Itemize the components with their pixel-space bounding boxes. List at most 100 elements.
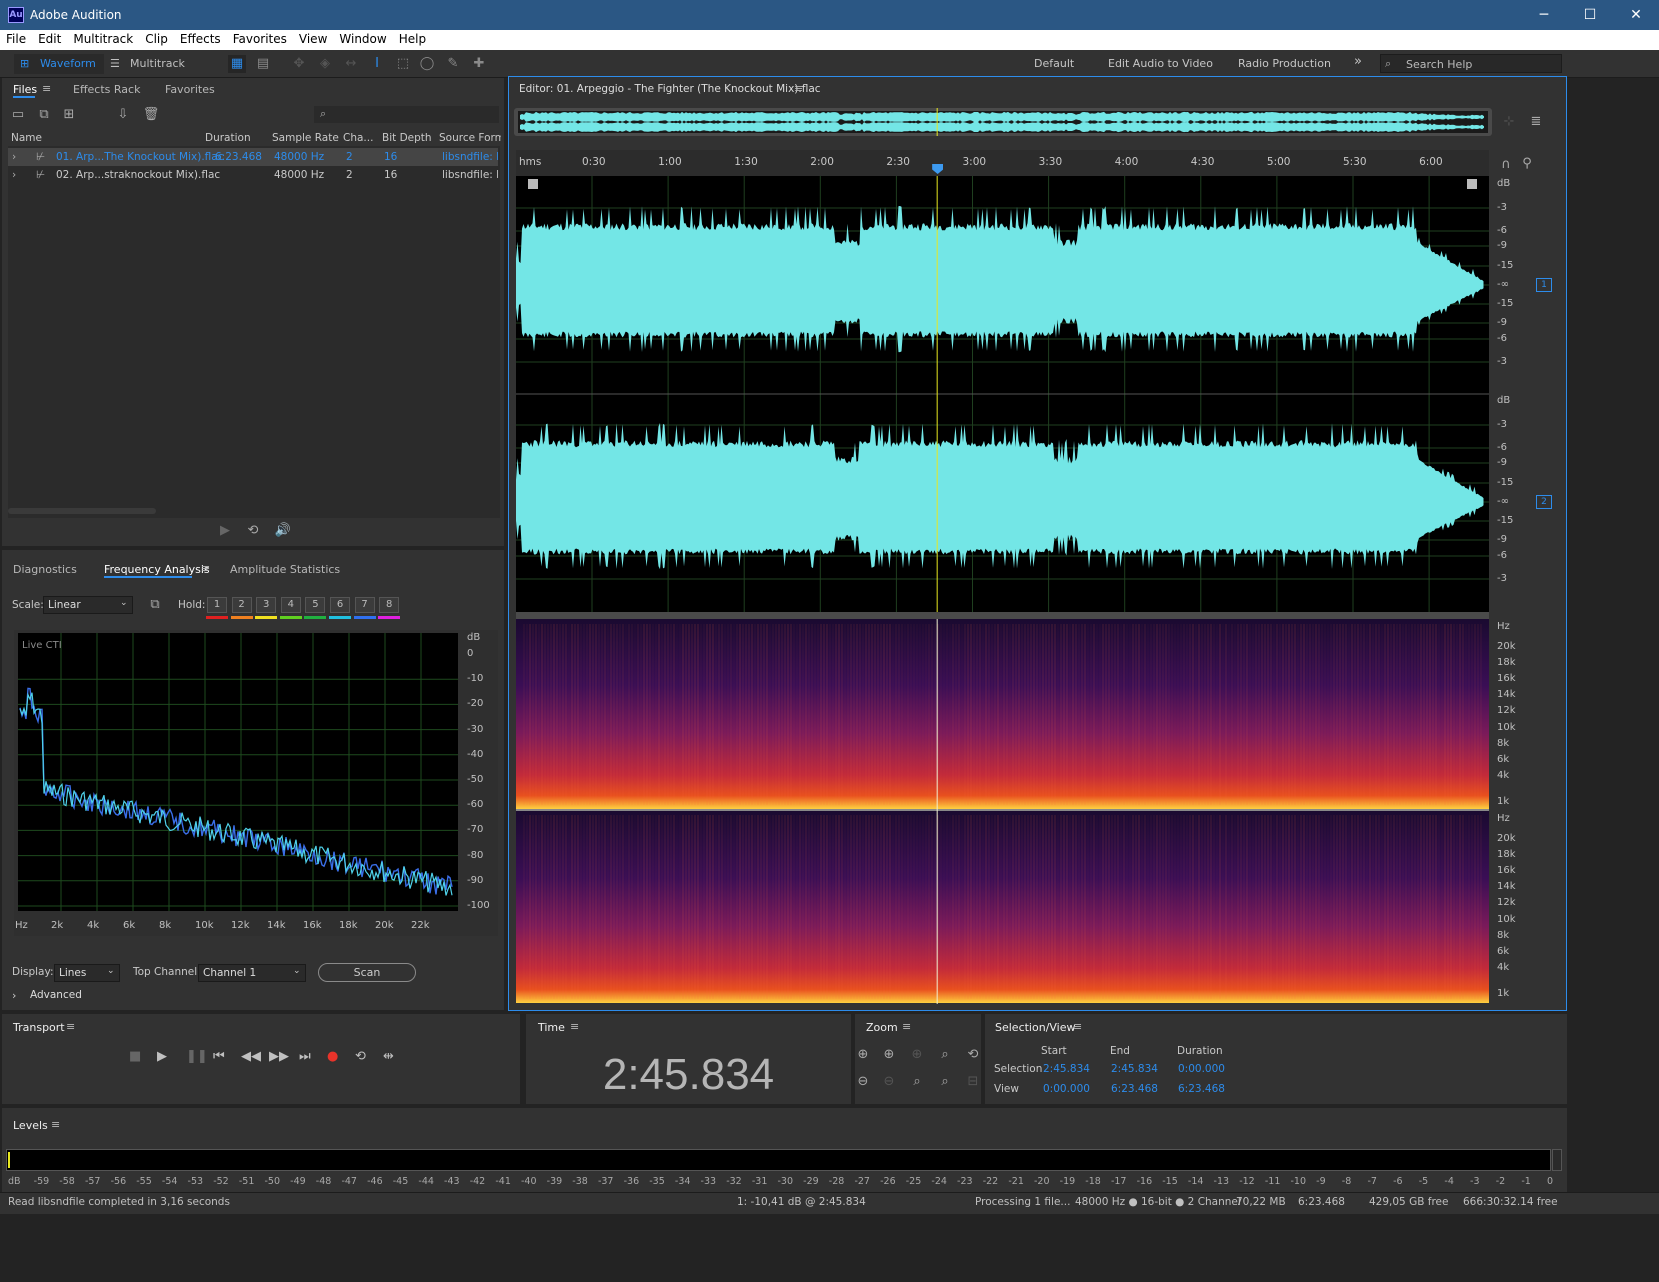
zoom-in-time-icon[interactable]: ⊕ [880,1046,898,1064]
expand-chevron-icon[interactable]: › [12,169,16,181]
new-file-icon[interactable]: ⊞ [60,106,78,124]
channel-1-toggle[interactable]: 1 [1536,278,1552,292]
move-tool-icon[interactable]: ✥ [290,55,308,73]
record-icon[interactable]: ● [327,1049,338,1064]
panel-menu-icon[interactable]: ≡ [1073,1020,1082,1033]
hold-button-7[interactable]: 7 [354,597,375,613]
waveform-view-icon[interactable]: ▦ [228,55,246,73]
go-to-end-icon[interactable]: ⏭ [299,1049,311,1064]
panel-menu-icon[interactable]: ≡ [66,1020,75,1033]
column-channels[interactable]: Cha... [343,132,373,144]
tab-amplitude-statistics[interactable]: Amplitude Statistics [230,563,340,576]
delete-icon[interactable]: 🗑 [142,106,160,124]
scale-select[interactable]: Linear ⌄ [43,596,133,614]
panel-menu-icon[interactable]: ≡ [42,82,51,95]
menu-clip[interactable]: Clip [139,30,174,46]
brush-tool-icon[interactable]: ✎ [444,55,462,73]
files-scrollbar[interactable] [8,508,156,514]
close-button[interactable]: ✕ [1613,0,1659,30]
search-help-field[interactable]: ⌕ Search Help [1380,54,1562,73]
panel-menu-icon[interactable]: ≡ [794,82,803,95]
zoom-in-point-icon[interactable]: ⊕ [908,1046,926,1064]
tab-files[interactable]: Files [13,83,37,96]
hold-button-8[interactable]: 8 [379,597,400,613]
view-start-value[interactable]: 0:00.000 [1043,1083,1090,1095]
hold-button-5[interactable]: 5 [305,597,326,613]
minimize-button[interactable]: ─ [1521,0,1567,30]
column-duration[interactable]: Duration [205,132,251,144]
menu-file[interactable]: File [0,30,32,46]
file-row[interactable]: › ⊬ 01. Arp...The Knockout Mix).flac 6:2… [8,148,498,166]
files-search-input[interactable]: ⌕ [314,106,499,123]
auto-play-icon[interactable]: 🔊 [274,522,292,540]
waveform-display[interactable] [516,176,1489,612]
tab-favorites[interactable]: Favorites [165,83,215,96]
tab-diagnostics[interactable]: Diagnostics [13,563,77,576]
multitrack-mode-button[interactable]: ☰ Multitrack [104,54,193,74]
display-select[interactable]: Lines ⌄ [54,964,120,982]
marquee-tool-icon[interactable]: ⬚ [394,55,412,73]
selection-start-value[interactable]: 2:45.834 [1043,1063,1090,1075]
zoom-selection-icon[interactable]: ⌕ [936,1046,954,1064]
fast-forward-icon[interactable]: ▶▶ [269,1049,289,1064]
hold-button-2[interactable]: 2 [231,597,252,613]
hold-button-1[interactable]: 1 [207,597,227,613]
menu-edit[interactable]: Edit [32,30,67,46]
spot-healing-tool-icon[interactable]: ✚ [470,55,488,73]
panel-menu-icon[interactable]: ≡ [201,562,210,575]
advanced-label[interactable]: Advanced [30,989,82,1001]
play-preview-icon[interactable]: ▶ [216,522,234,540]
tab-frequency-analysis[interactable]: Frequency Analysis [104,563,210,576]
zoom-navigator-icon[interactable]: ⊹ [1500,113,1518,131]
spectral-display[interactable] [516,619,1489,1004]
maximize-button[interactable]: ☐ [1567,0,1613,30]
expand-chevron-icon[interactable]: › [12,989,16,1002]
column-name[interactable]: Name [11,132,42,144]
expand-chevron-icon[interactable]: › [12,151,16,163]
menu-view[interactable]: View [293,30,333,46]
scan-button[interactable]: Scan [318,963,416,982]
zoom-out-time-icon[interactable]: ⊖ [880,1073,898,1091]
panel-menu-icon[interactable]: ≡ [51,1118,60,1131]
import-file-icon[interactable]: ⧉ [35,106,53,124]
selection-end-value[interactable]: 2:45.834 [1111,1063,1158,1075]
panel-menu-icon[interactable]: ≡ [570,1020,579,1033]
channel-2-toggle[interactable]: 2 [1536,495,1552,509]
pin-icon[interactable]: ⚲ [1518,155,1536,173]
hold-button-6[interactable]: 6 [330,597,350,613]
open-file-icon[interactable]: ▭ [9,106,27,124]
zoom-in-right-icon[interactable]: ⌕ [936,1073,954,1091]
time-selection-tool-icon[interactable]: I [368,55,386,73]
workspace-default[interactable]: Default [1034,57,1074,70]
clip-indicator[interactable] [1552,1149,1562,1171]
column-bit-depth[interactable]: Bit Depth [382,132,432,144]
more-workspaces-button[interactable]: » [1354,54,1362,69]
slip-tool-icon[interactable]: ↔ [342,55,360,73]
zoom-full-icon[interactable]: ⟲ [964,1046,982,1064]
column-sample-rate[interactable]: Sample Rate [272,132,339,144]
rewind-icon[interactable]: ◀◀ [241,1049,261,1064]
lasso-tool-icon[interactable]: ◯ [418,55,436,73]
panel-menu-icon[interactable]: ≡ [902,1020,911,1033]
stop-icon[interactable]: ■ [129,1049,141,1064]
zoom-in-amplitude-icon[interactable]: ⊕ [854,1046,872,1064]
loop-playback-icon[interactable]: ⟲ [355,1049,366,1064]
play-icon[interactable]: ▶ [157,1049,167,1064]
spectral-splitter[interactable] [516,612,1489,619]
workspace-radio-production[interactable]: Radio Production [1238,57,1331,70]
workspace-edit-audio-to-video[interactable]: Edit Audio to Video [1108,57,1213,70]
zoom-in-left-icon[interactable]: ⌕ [908,1073,926,1091]
headphones-icon[interactable]: ∩ [1497,156,1515,174]
top-channel-select[interactable]: Channel 1 ⌄ [198,964,306,982]
menu-multitrack[interactable]: Multitrack [67,30,139,46]
overview-navigator[interactable] [514,108,1492,136]
loop-preview-icon[interactable]: ⟲ [244,522,262,540]
insert-icon[interactable]: ⇩ [114,106,132,124]
zoom-out-amplitude-icon[interactable]: ⊖ [854,1073,872,1091]
tab-effects-rack[interactable]: Effects Rack [73,83,140,96]
snapshot-icon[interactable]: ⧉ [146,596,164,614]
file-row[interactable]: › ⊬ 02. Arp...straknockout Mix).flac 480… [8,166,498,184]
menu-help[interactable]: Help [393,30,432,46]
overview-menu-icon[interactable]: ≣ [1527,113,1545,131]
view-end-value[interactable]: 6:23.468 [1111,1083,1158,1095]
